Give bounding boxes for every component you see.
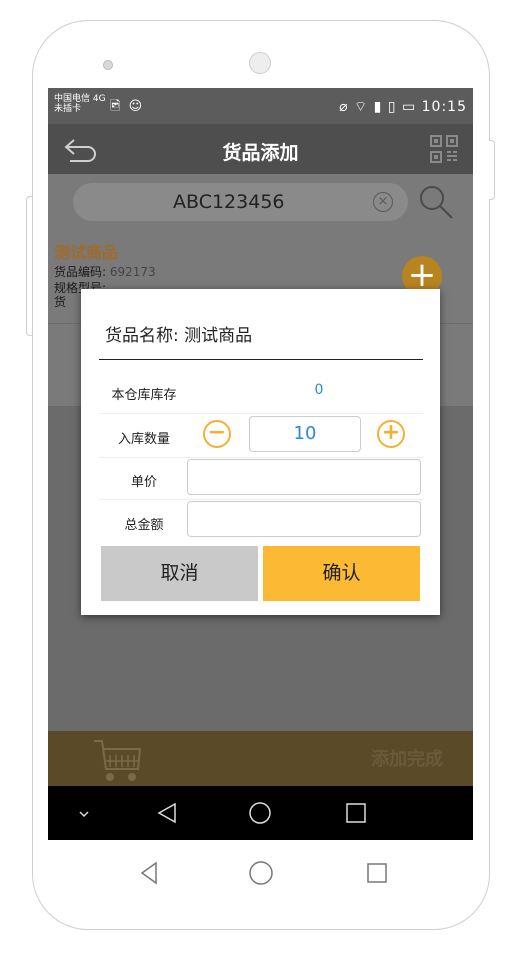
signal-icon: ▮ (373, 99, 383, 115)
total-label: 总金额 (124, 518, 164, 533)
product-goods-label: 货 (54, 295, 67, 309)
search-text: ABC123456 (173, 191, 285, 213)
home-nav-icon[interactable] (248, 801, 272, 825)
search-input[interactable]: ABC123456 × (73, 183, 408, 221)
quantity-label: 入库数量 (117, 432, 170, 447)
hardware-back-icon[interactable] (134, 858, 164, 888)
vibrate-icon: ⌀ (339, 99, 349, 115)
price-label: 单价 (130, 475, 157, 490)
search-bar: ABC123456 × (48, 174, 473, 229)
quantity-stepper[interactable]: 10 (249, 416, 361, 452)
front-camera (103, 60, 113, 70)
sim-icon: ▯ (387, 99, 397, 115)
bottom-bar: 添加完成 (48, 731, 473, 786)
volume-button (489, 140, 495, 200)
power-button (26, 196, 32, 336)
product-goods: 货 (54, 293, 66, 310)
title-bar: 货品添加 (48, 124, 473, 174)
product-name: 测试商品 (54, 243, 119, 262)
hardware-recents-icon[interactable] (362, 858, 392, 888)
carrier-name: 中国电信 4G (54, 94, 106, 104)
battery-icon: ▭ (401, 99, 417, 115)
stock-value: 0 (314, 382, 324, 398)
speaker-grill (249, 52, 271, 74)
add-complete-button[interactable]: 添加完成 (371, 745, 443, 771)
product-code-label: 货品编码: (54, 265, 107, 279)
decrease-quantity-button[interactable]: − (203, 420, 231, 448)
product-code: 货品编码: 692173 (54, 263, 156, 280)
wifi-icon: ⌔ (353, 99, 369, 115)
clock: 10:15 (421, 99, 467, 115)
stock-label: 本仓库库存 (111, 388, 177, 403)
page-title: 货品添加 (222, 142, 299, 164)
cart-icon[interactable] (92, 735, 144, 783)
title-divider (99, 359, 423, 360)
qr-scan-icon[interactable] (429, 134, 459, 164)
recents-nav-icon[interactable] (344, 801, 368, 825)
total-amount-field[interactable] (187, 501, 421, 537)
increase-quantity-button[interactable]: + (377, 420, 405, 448)
sim-status: 未插卡 (54, 104, 82, 114)
stock-row: 本仓库库存 0 (99, 374, 423, 414)
search-icon[interactable] (416, 182, 456, 222)
status-bar: 中国电信 4G 未插卡 🖻 ☺ ⌀ ⌔ ▮ ▯ ▭ 10:15 (48, 88, 473, 124)
clear-icon[interactable]: × (373, 192, 393, 212)
add-stock-dialog: 货品名称: 测试商品 本仓库库存 0 入库数量 − 10 + 单价 总金额 取消… (81, 289, 440, 615)
confirm-button[interactable]: 确认 (263, 546, 420, 601)
dialog-title: 货品名称: 测试商品 (105, 326, 253, 346)
product-code-value: 692173 (109, 265, 156, 279)
system-nav-bar (48, 786, 473, 840)
status-right: ⌀ ⌔ ▮ ▯ ▭ 10:15 (339, 98, 467, 116)
hardware-home-icon[interactable] (246, 858, 276, 888)
back-nav-icon[interactable] (155, 801, 179, 825)
cat-icon: ☺ (128, 99, 143, 114)
notification-icons: 🖻 ☺ (110, 97, 142, 119)
chevron-down-icon[interactable] (76, 806, 92, 822)
cancel-button[interactable]: 取消 (101, 546, 258, 601)
carrier-info: 中国电信 4G 未插卡 (54, 94, 106, 114)
unit-price-field[interactable] (187, 459, 421, 495)
image-icon: 🖻 (110, 99, 121, 114)
